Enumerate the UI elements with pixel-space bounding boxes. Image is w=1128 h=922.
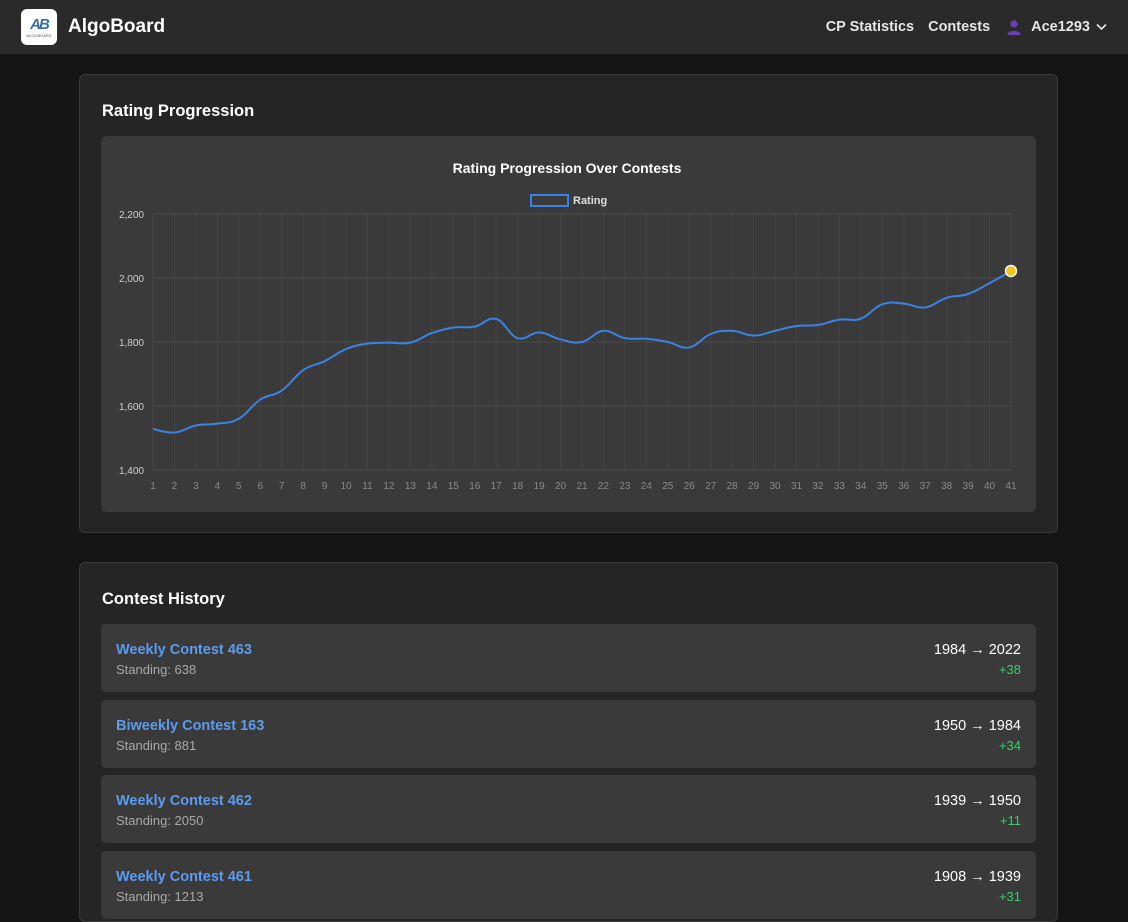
y-tick-label: 1,400 xyxy=(119,466,144,477)
x-tick-label: 9 xyxy=(322,481,328,492)
brand-name[interactable]: AlgoBoard xyxy=(68,16,165,38)
x-tick-label: 1 xyxy=(150,481,156,492)
chevron-down-icon xyxy=(1096,23,1107,31)
x-tick-label: 27 xyxy=(705,481,717,492)
rating-chart-container: Rating Progression Over Contests Rating 1,… xyxy=(101,136,1036,512)
contest-item: Weekly Contest 462 Standing: 2050 1939 →… xyxy=(101,775,1036,843)
x-tick-label: 6 xyxy=(257,481,263,492)
x-tick-label: 11 xyxy=(362,481,373,492)
rating-progression-card: Rating Progression Rating Progression Ov… xyxy=(79,74,1058,533)
username: Ace1293 xyxy=(1031,19,1090,35)
x-tick-label: 2 xyxy=(172,481,178,492)
contest-standing: Standing: 881 xyxy=(116,738,197,753)
contest-name-link[interactable]: Weekly Contest 463 xyxy=(116,642,252,658)
x-tick-label: 30 xyxy=(769,481,781,492)
contest-rating-delta: +11 xyxy=(999,813,1021,828)
rating-section-title: Rating Progression xyxy=(102,102,255,120)
x-tick-label: 5 xyxy=(236,481,242,492)
latest-rating-point xyxy=(1004,264,1018,278)
x-tick-label: 33 xyxy=(834,481,846,492)
x-tick-label: 18 xyxy=(512,481,524,492)
x-tick-label: 16 xyxy=(469,481,481,492)
nav-link-contests[interactable]: Contests xyxy=(928,19,990,35)
x-tick-label: 14 xyxy=(426,481,438,492)
nav-menu: CP Statistics Contests Ace1293 xyxy=(812,19,1107,35)
x-tick-label: 17 xyxy=(491,481,503,492)
x-tick-label: 32 xyxy=(812,481,824,492)
x-tick-label: 21 xyxy=(576,481,588,492)
legend-label: Rating xyxy=(573,195,607,207)
contest-rating-delta: +38 xyxy=(998,662,1021,677)
y-tick-label: 2,000 xyxy=(119,274,144,285)
contest-rating-delta: +31 xyxy=(998,889,1021,904)
contest-rating-delta: +34 xyxy=(998,738,1021,753)
logo-subtext: ALGOBOARD xyxy=(26,32,52,38)
x-tick-label: 35 xyxy=(877,481,889,492)
chart-title: Rating Progression Over Contests xyxy=(453,160,682,176)
contest-standing: Standing: 1213 xyxy=(116,889,204,904)
x-tick-label: 31 xyxy=(791,481,803,492)
user-icon xyxy=(1007,19,1021,35)
x-tick-label: 37 xyxy=(920,481,932,492)
x-tick-label: 10 xyxy=(340,481,352,492)
contest-rating-change: 1984 → 2022 xyxy=(933,642,1021,658)
x-tick-label: 41 xyxy=(1005,481,1017,492)
contest-name-link[interactable]: Weekly Contest 462 xyxy=(116,793,252,809)
y-tick-label: 1,800 xyxy=(119,338,144,349)
x-tick-label: 15 xyxy=(448,481,460,492)
x-tick-label: 26 xyxy=(684,481,696,492)
x-tick-label: 40 xyxy=(984,481,996,492)
x-tick-label: 20 xyxy=(555,481,567,492)
contest-rating-change: 1939 → 1950 xyxy=(933,793,1021,809)
x-tick-label: 13 xyxy=(405,481,417,492)
nav-link-cp-statistics[interactable]: CP Statistics xyxy=(826,19,914,35)
contest-item: Biweekly Contest 163 Standing: 881 1950 … xyxy=(101,700,1036,768)
x-tick-label: 7 xyxy=(279,481,285,492)
x-tick-label: 3 xyxy=(193,481,199,492)
legend-swatch xyxy=(530,194,569,207)
x-tick-label: 19 xyxy=(534,481,546,492)
top-navbar: AB ALGOBOARD AlgoBoard CP Statistics Con… xyxy=(0,0,1128,54)
y-tick-label: 2,200 xyxy=(119,210,144,221)
x-tick-label: 23 xyxy=(619,481,631,492)
x-tick-label: 39 xyxy=(963,481,975,492)
contest-standing: Standing: 638 xyxy=(116,662,197,677)
x-tick-label: 24 xyxy=(641,481,653,492)
app-logo[interactable]: AB ALGOBOARD xyxy=(21,9,57,45)
x-tick-label: 12 xyxy=(383,481,395,492)
x-tick-label: 8 xyxy=(300,481,306,492)
x-tick-label: 25 xyxy=(662,481,674,492)
user-menu[interactable]: Ace1293 xyxy=(1007,19,1107,35)
x-tick-label: 34 xyxy=(855,481,867,492)
y-tick-label: 1,600 xyxy=(119,402,144,413)
contest-name-link[interactable]: Biweekly Contest 163 xyxy=(116,718,264,734)
rating-chart[interactable]: Rating Progression Over Contests Rating 1,… xyxy=(101,136,1036,512)
contest-name-link[interactable]: Weekly Contest 461 xyxy=(116,869,252,885)
x-tick-label: 36 xyxy=(898,481,910,492)
contest-history-title: Contest History xyxy=(102,590,225,608)
x-tick-label: 38 xyxy=(941,481,953,492)
contest-rating-change: 1950 → 1984 xyxy=(933,718,1021,734)
contest-rating-change: 1908 → 1939 xyxy=(933,869,1021,885)
contest-item: Weekly Contest 463 Standing: 638 1984 → … xyxy=(101,624,1036,692)
logo-mark: AB xyxy=(30,15,50,33)
contest-standing: Standing: 2050 xyxy=(116,813,204,828)
x-tick-label: 28 xyxy=(727,481,739,492)
x-tick-label: 29 xyxy=(748,481,760,492)
x-tick-label: 4 xyxy=(215,481,221,492)
contest-history-card: Contest History Weekly Contest 463 Stand… xyxy=(79,562,1058,922)
x-tick-label: 22 xyxy=(598,481,610,492)
